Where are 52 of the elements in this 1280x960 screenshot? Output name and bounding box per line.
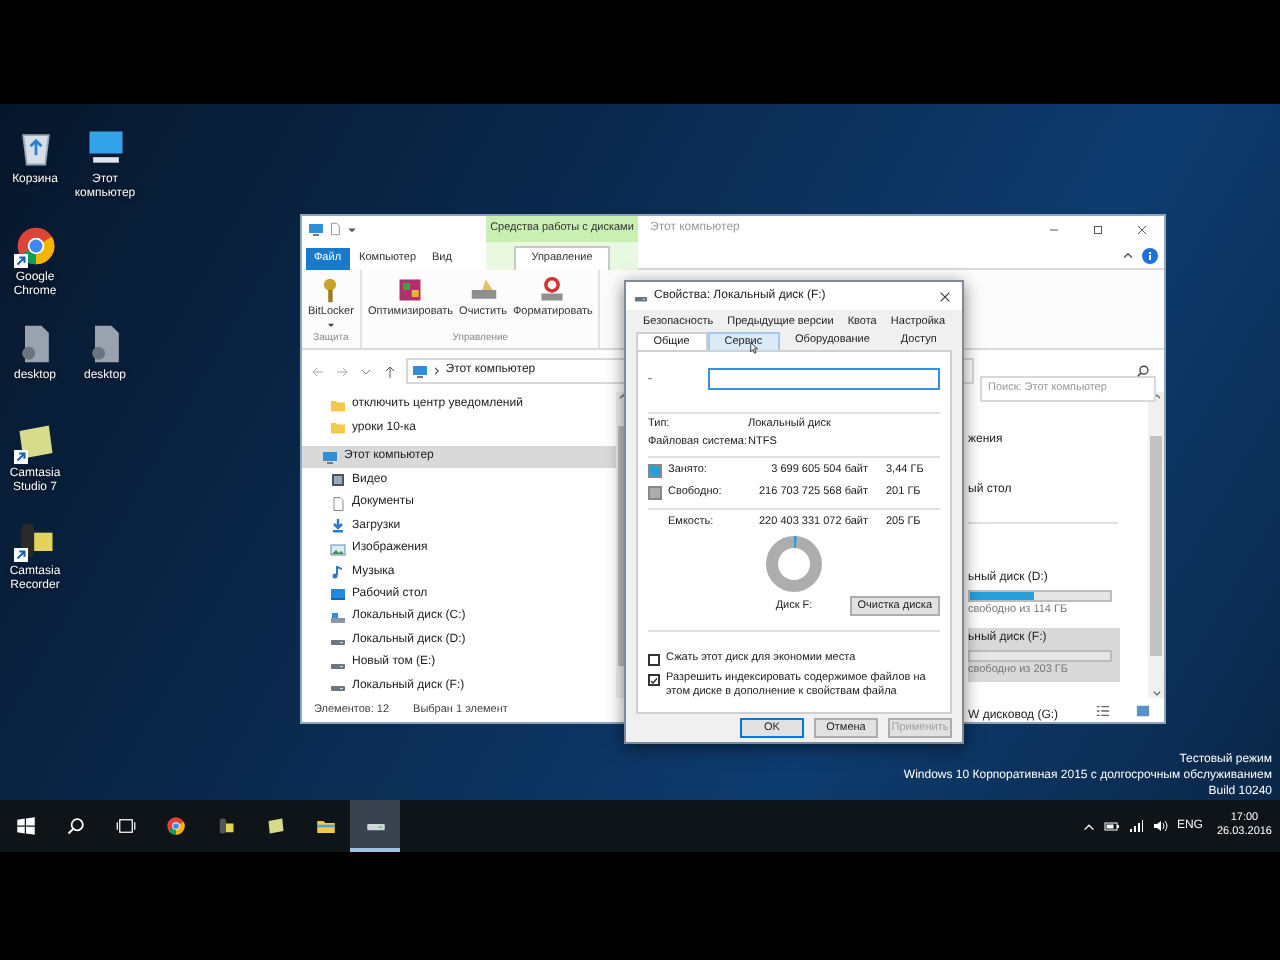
chevron-down-icon bbox=[1151, 688, 1161, 698]
name-field[interactable] bbox=[708, 367, 940, 389]
browser-logo-icon bbox=[165, 816, 185, 836]
monitor-icon bbox=[411, 363, 428, 379]
battery-icon bbox=[1104, 818, 1121, 834]
search-icon bbox=[65, 816, 85, 836]
checkbox[interactable] bbox=[648, 654, 660, 666]
up-arrow-icon bbox=[382, 363, 399, 379]
disk-usage-donut-drawing bbox=[764, 534, 824, 594]
chevron-up-icon bbox=[1151, 392, 1161, 402]
search-icon bbox=[1136, 364, 1150, 378]
back-arrow-icon bbox=[310, 363, 327, 379]
capacity-bar bbox=[968, 650, 1112, 662]
document-icon bbox=[330, 495, 346, 512]
caret-icon bbox=[325, 320, 336, 330]
film-icon bbox=[330, 472, 346, 489]
details-view-button[interactable] bbox=[1096, 702, 1112, 718]
monitor-icon bbox=[322, 449, 338, 466]
up-arrow-button[interactable] bbox=[381, 362, 400, 380]
chevron-up-icon bbox=[1082, 819, 1097, 833]
list-view-icon bbox=[1096, 703, 1110, 717]
tiles-view-icon bbox=[1136, 703, 1150, 717]
tiles-view-button[interactable] bbox=[1136, 702, 1152, 718]
drive-icon bbox=[538, 276, 567, 304]
drive-icon bbox=[469, 276, 498, 304]
forward-arrow-icon bbox=[334, 363, 351, 379]
checkmark-icon bbox=[650, 675, 658, 685]
caret-icon bbox=[346, 223, 358, 235]
close-icon bbox=[1134, 221, 1150, 237]
chevron-up-icon bbox=[1122, 249, 1134, 261]
windows-logo-icon bbox=[15, 816, 35, 836]
maximize-icon bbox=[1090, 221, 1106, 237]
monitor-icon bbox=[330, 586, 346, 603]
monitor-icon bbox=[308, 221, 324, 237]
folder-icon bbox=[315, 816, 335, 836]
scrollbar[interactable] bbox=[1148, 392, 1164, 698]
chevron-right-icon bbox=[431, 366, 442, 376]
task-view-icon bbox=[115, 816, 135, 836]
drive-icon bbox=[330, 609, 346, 626]
checkbox[interactable] bbox=[648, 674, 660, 686]
picture-icon bbox=[330, 541, 346, 558]
close-icon bbox=[937, 289, 951, 303]
download-arrow-icon bbox=[330, 518, 346, 535]
recorder-app-icon bbox=[215, 816, 235, 836]
taskbar-button[interactable] bbox=[350, 800, 400, 852]
square-app-icon bbox=[265, 816, 285, 836]
network-icon bbox=[1128, 818, 1145, 834]
help-icon bbox=[1142, 247, 1158, 263]
music-note-icon bbox=[330, 564, 346, 580]
document-icon bbox=[328, 222, 342, 236]
volume-icon bbox=[1152, 818, 1169, 834]
blocks-icon bbox=[396, 276, 425, 304]
